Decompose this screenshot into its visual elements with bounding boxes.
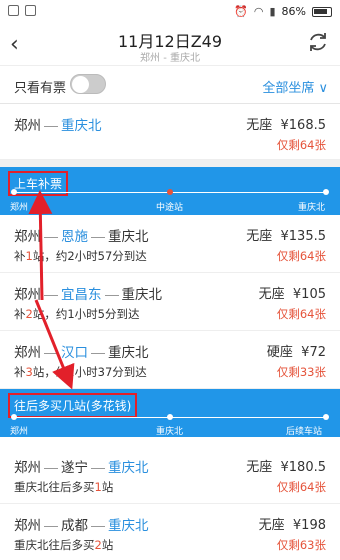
seat-filter-dropdown[interactable]: 全部坐席 ∨ xyxy=(262,77,328,96)
band-buy-extra: 往后多买几站(多花钱) 郑州 重庆北 后续车站 xyxy=(0,389,340,437)
track-label-end: 后续车站 xyxy=(286,427,323,437)
route-stations: 郑州 汉口 重庆北 xyxy=(14,345,149,361)
route-stations: 郑州 成都 重庆北 xyxy=(14,518,149,534)
refresh-icon[interactable] xyxy=(306,30,330,54)
seat-price: 无座 ¥105 xyxy=(258,287,326,302)
track-label-mid: 重庆北 xyxy=(156,427,184,437)
band-upgrade-onboard: 上车补票 郑州 中途站 重庆北 xyxy=(0,167,340,215)
route-stations: 郑州 宜昌东 重庆北 xyxy=(14,287,162,303)
seat-price: 硬座 ¥72 xyxy=(266,345,326,360)
seat-price: 无座 ¥135.5 xyxy=(246,229,326,244)
remaining-tickets: 仅剩64张 xyxy=(276,138,326,152)
track-label-mid: 中途站 xyxy=(156,203,184,213)
wifi-icon: ◠ xyxy=(253,5,264,18)
route-stations: 郑州 恩施 重庆北 xyxy=(14,229,149,245)
header: ‹ 11月12日Z49 郑州 - 重庆北 xyxy=(0,24,340,66)
route-stations: 郑州 遂宁 重庆北 xyxy=(14,460,149,476)
filter-bar: 只看有票 全部坐席 ∨ xyxy=(0,66,340,104)
alarm-icon: ⏰ xyxy=(234,5,248,18)
notification-icon xyxy=(8,5,19,16)
track-dot xyxy=(167,189,173,195)
only-tickets-toggle[interactable] xyxy=(70,74,106,94)
track-dot xyxy=(11,189,17,195)
remaining-tickets: 仅剩64张 xyxy=(276,249,326,263)
seat-price: 无座 ¥180.5 xyxy=(246,460,326,475)
battery-percent: 86% xyxy=(281,5,306,18)
remaining-tickets: 仅剩33张 xyxy=(276,365,326,379)
track-dot xyxy=(11,414,17,420)
route-stations: 郑州 重庆北 xyxy=(14,118,102,134)
only-tickets-label: 只看有票 xyxy=(14,81,67,96)
seat-price: 无座 ¥168.5 xyxy=(246,118,326,133)
track-dot xyxy=(167,414,173,420)
route-row[interactable]: 郑州 宜昌东 重庆北 无座 ¥105 补2站，约1小时5分到达 仅剩64张 xyxy=(0,273,340,331)
track-dot xyxy=(323,189,329,195)
route-row[interactable]: 郑州 汉口 重庆北 硬座 ¥72 补3站，约2小时37分到达 仅剩33张 xyxy=(0,331,340,389)
remaining-tickets: 仅剩64张 xyxy=(276,480,326,494)
seat-price: 无座 ¥198 xyxy=(258,518,326,533)
remaining-tickets: 仅剩64张 xyxy=(276,307,326,321)
battery-icon xyxy=(312,6,332,17)
band-title: 往后多买几站(多花钱) xyxy=(8,393,138,418)
track-label-start: 郑州 xyxy=(10,427,29,437)
direct-ticket-row[interactable]: 郑州 重庆北 无座 ¥168.5 仅剩64张 xyxy=(0,104,340,160)
route-note: 补1站，约2小时57分到达 xyxy=(14,249,147,263)
route-note: 重庆北往后多买2站 xyxy=(14,538,114,552)
remaining-tickets: 仅剩63张 xyxy=(276,538,326,552)
app-icon xyxy=(25,5,36,16)
page-subtitle: 郑州 - 重庆北 xyxy=(140,53,200,64)
route-note: 重庆北往后多买1站 xyxy=(14,480,114,494)
status-bar: ⏰ ◠ ▮ 86% xyxy=(0,0,340,24)
signal-icon: ▮ xyxy=(269,5,276,18)
route-row[interactable]: 郑州 成都 重庆北 无座 ¥198 重庆北往后多买2站 仅剩63张 xyxy=(0,504,340,560)
track-label-start: 郑州 xyxy=(10,203,29,213)
route-row[interactable]: 郑州 恩施 重庆北 无座 ¥135.5 补1站，约2小时57分到达 仅剩64张 xyxy=(0,215,340,273)
divider xyxy=(0,160,340,167)
route-note: 补3站，约2小时37分到达 xyxy=(14,365,147,379)
track-dot xyxy=(323,414,329,420)
route-row[interactable]: 郑州 遂宁 重庆北 无座 ¥180.5 重庆北往后多买1站 仅剩64张 xyxy=(0,446,340,504)
route-note: 补2站，约1小时5分到达 xyxy=(14,307,140,321)
track-label-end: 重庆北 xyxy=(298,203,326,213)
